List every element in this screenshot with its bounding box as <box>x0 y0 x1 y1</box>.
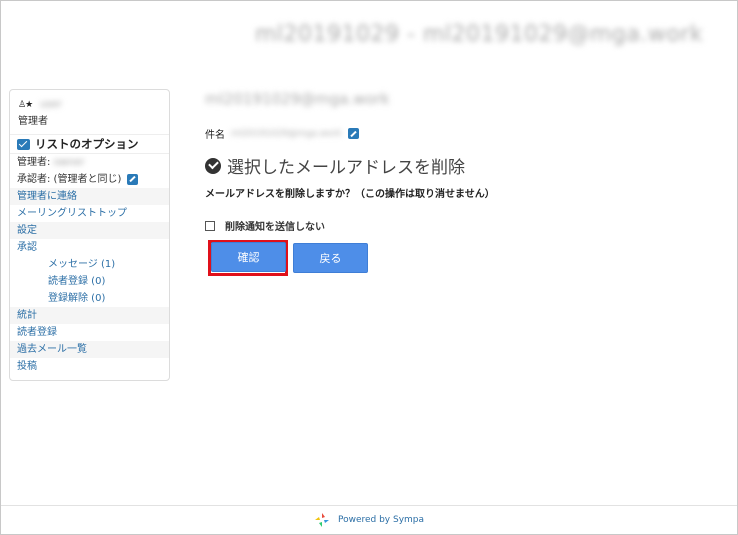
confirm-button[interactable]: 確認 <box>211 242 286 272</box>
quiet-checkbox[interactable] <box>205 220 215 231</box>
page-title-text: 選択したメールアドレスを削除 <box>227 158 465 178</box>
subject-value: ml20191029@mga.work <box>231 128 342 139</box>
list-email: ml20191029@mga.work <box>205 90 390 108</box>
subject-label: 件名 <box>205 130 225 141</box>
sidebar-item-settings[interactable]: 設定 <box>10 222 169 239</box>
quiet-checkbox-label[interactable]: 削除通知を送信しない <box>225 218 325 233</box>
list-options-title: リストのオプション <box>35 137 139 151</box>
subject-row: 件名 ml20191029@mga.work <box>205 126 359 141</box>
footer-divider <box>1 505 737 506</box>
sidebar-item-archives[interactable]: 過去メール一覧 <box>10 341 169 358</box>
confirm-question: メールアドレスを削除しますか？（この操作は取り消せません） <box>205 189 495 200</box>
sidebar-item-unsubscriptions[interactable]: 登録解除 (0) <box>10 290 169 307</box>
sidebar-item-messages[interactable]: メッセージ (1) <box>10 256 169 273</box>
sidebar-item-contact-owner[interactable]: 管理者に連絡 <box>10 188 169 205</box>
sidebar: ♙★ user 管理者 リストのオプション 管理者: owner 承認者: (管… <box>9 89 170 381</box>
edit-subject-icon[interactable] <box>347 128 359 139</box>
list-options-header: リストのオプション <box>10 134 169 154</box>
user-role: 管理者 <box>18 116 48 127</box>
user-name: user <box>40 99 62 110</box>
page-title: 選択したメールアドレスを削除 <box>205 153 465 178</box>
sidebar-item-post[interactable]: 投稿 <box>10 358 169 375</box>
sidebar-item-list-top[interactable]: メーリングリストトップ <box>10 205 169 222</box>
footer: Powered by Sympa <box>0 512 738 528</box>
powered-by-link[interactable]: Powered by Sympa <box>338 515 424 525</box>
sidebar-user: ♙★ user 管理者 <box>10 90 169 131</box>
edit-icon[interactable] <box>126 173 138 185</box>
sidebar-moderator: 承認者: (管理者と同じ) <box>10 171 169 188</box>
sidebar-item-approval[interactable]: 承認 <box>10 239 169 256</box>
quiet-option: 削除通知を送信しない <box>205 218 325 233</box>
sidebar-owner: 管理者: owner <box>17 157 85 168</box>
sympa-logo-icon <box>314 513 329 527</box>
sidebar-item-subscribers[interactable]: 読者登録 <box>10 324 169 341</box>
sidebar-item-subscriptions[interactable]: 読者登録 (0) <box>10 273 169 290</box>
user-star-icon: ♙★ <box>18 99 33 110</box>
sidebar-item-stats[interactable]: 統計 <box>10 307 169 324</box>
options-icon <box>17 138 30 150</box>
back-button[interactable]: 戻る <box>293 243 368 273</box>
list-header-title: ml20191029 - ml20191029@mga.work <box>255 22 704 47</box>
check-circle-icon <box>205 157 221 174</box>
